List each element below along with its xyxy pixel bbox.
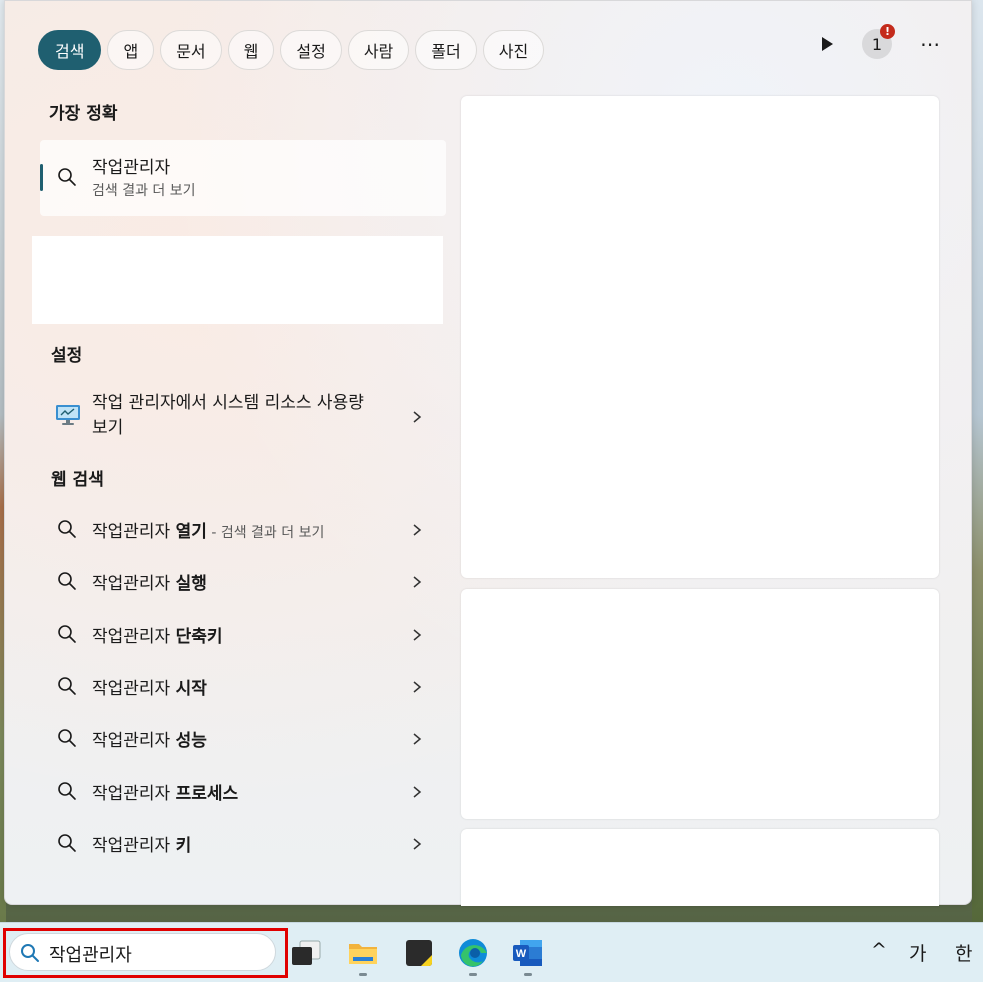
chevron-right-icon [410, 574, 424, 588]
query-text: 작업관리자 [92, 627, 171, 647]
web-search-heading: 웹 검색 [51, 470, 104, 490]
settings-heading: 설정 [51, 346, 83, 366]
search-icon [57, 676, 77, 696]
chip-documents[interactable]: 문서 [160, 30, 222, 70]
web-search-result-label: 작업관리자 키 [92, 831, 191, 856]
chevron-right-icon [410, 627, 424, 641]
svg-text:W: W [516, 948, 527, 960]
query-text: 작업관리자 [92, 836, 171, 856]
best-match-title: 작업관리자 [92, 158, 171, 178]
web-search-result-label: 작업관리자 실행 [92, 569, 207, 594]
chip-settings[interactable]: 설정 [280, 30, 342, 70]
search-icon [57, 167, 77, 187]
settings-result-item[interactable]: 작업 관리자에서 시스템 리소스 사용량 보기 [40, 389, 446, 445]
web-search-result-item[interactable]: 작업관리자 단축키 [40, 611, 446, 657]
edge-icon[interactable] [457, 937, 489, 969]
query-text: 작업관리자 [92, 731, 171, 751]
web-search-result-label: 작업관리자 성능 [92, 726, 207, 751]
best-match-subtitle: 검색 결과 더 보기 [92, 183, 196, 199]
taskbar: 작업관리자 W ^ 가 한 [0, 922, 983, 982]
monitor-icon [55, 403, 81, 427]
chevron-right-icon [410, 731, 424, 745]
best-match-heading: 가장 정확 [49, 104, 118, 124]
search-icon [57, 571, 77, 591]
preview-card-middle [461, 589, 939, 819]
top-actions: 1 ! ⋯ [820, 24, 941, 59]
chevron-right-icon [410, 522, 424, 536]
suggestion-keyword: 열기 [175, 522, 207, 542]
web-search-result-item[interactable]: 작업관리자 성능 [40, 715, 446, 761]
preview-card-top [461, 96, 939, 578]
web-search-result-item[interactable]: 작업관리자 프로세스 [40, 768, 446, 814]
search-flyout: 검색 앱 문서 웹 설정 사람 폴더 사진 1 ! ⋯ 가장 정확 작업관리자 … [4, 0, 972, 906]
query-text: 작업관리자 [92, 522, 171, 542]
web-search-result-item[interactable]: 작업관리자 열기 - 검색 결과 더 보기 [40, 506, 446, 552]
play-icon[interactable] [820, 36, 834, 52]
web-search-result-item[interactable]: 작업관리자 실행 [40, 558, 446, 604]
search-icon [20, 943, 40, 963]
selection-indicator [40, 164, 43, 191]
chip-people[interactable]: 사람 [347, 30, 410, 70]
suggestion-keyword: 성능 [175, 731, 207, 751]
chip-web[interactable]: 웹 [227, 30, 275, 70]
web-search-result-label: 작업관리자 시작 [92, 674, 207, 699]
settings-result-label: 작업 관리자에서 시스템 리소스 사용량 보기 [92, 393, 364, 438]
taskbar-search-box[interactable]: 작업관리자 [9, 933, 276, 971]
search-icon [57, 519, 77, 539]
language-indicator[interactable]: 한 [955, 939, 972, 966]
chip-search[interactable]: 검색 [38, 30, 102, 70]
web-search-result-label: 작업관리자 프로세스 [92, 779, 238, 804]
web-search-result-item[interactable]: 작업관리자 키 [40, 820, 446, 866]
chevron-right-icon [410, 679, 424, 693]
best-match-item[interactable]: 작업관리자 검색 결과 더 보기 [40, 140, 446, 216]
suggestion-keyword: 실행 [175, 574, 207, 594]
rewards-count: 1 [871, 34, 883, 54]
search-icon [57, 728, 77, 748]
file-explorer-icon[interactable] [347, 937, 379, 969]
web-search-result-item[interactable]: 작업관리자 시작 [40, 663, 446, 709]
chevron-right-icon [410, 409, 424, 423]
taskbar-search-input[interactable]: 작업관리자 [49, 941, 132, 967]
sticky-notes-icon[interactable] [403, 937, 435, 969]
query-text: 작업관리자 [92, 784, 171, 804]
chevron-right-icon [410, 784, 424, 798]
running-indicator [359, 973, 367, 976]
web-search-result-label: 작업관리자 단축키 [92, 622, 223, 647]
more-options-icon[interactable]: ⋯ [920, 32, 941, 56]
chip-apps[interactable]: 앱 [107, 30, 155, 70]
search-icon [57, 781, 77, 801]
search-icon [57, 624, 77, 644]
blank-result-card [32, 236, 443, 324]
chip-folders[interactable]: 폴더 [415, 30, 477, 70]
suggestion-keyword: 단축키 [175, 627, 223, 647]
rewards-button[interactable]: 1 ! [862, 24, 895, 59]
web-search-result-label: 작업관리자 열기 - 검색 결과 더 보기 [92, 517, 324, 542]
query-text: 작업관리자 [92, 574, 171, 594]
task-view-icon[interactable] [290, 937, 322, 969]
suggestion-hint: - 검색 결과 더 보기 [206, 525, 325, 541]
chevron-right-icon [410, 836, 424, 850]
ime-mode-indicator[interactable]: 가 [909, 939, 926, 966]
suggestion-keyword: 키 [175, 836, 192, 856]
alert-badge: ! [880, 24, 895, 39]
search-icon [57, 833, 77, 853]
chip-photos[interactable]: 사진 [482, 30, 545, 70]
filter-chips: 검색 앱 문서 웹 설정 사람 폴더 사진 [38, 30, 545, 70]
suggestion-keyword: 프로세스 [175, 784, 239, 804]
preview-card-bottom [461, 829, 939, 906]
running-indicator [524, 973, 532, 976]
suggestion-keyword: 시작 [175, 679, 207, 699]
word-icon[interactable]: W [512, 937, 544, 969]
show-hidden-icons-chevron-icon[interactable]: ^ [871, 939, 887, 961]
desktop-wallpaper-right [972, 0, 983, 922]
running-indicator [469, 973, 477, 976]
query-text: 작업관리자 [92, 679, 171, 699]
